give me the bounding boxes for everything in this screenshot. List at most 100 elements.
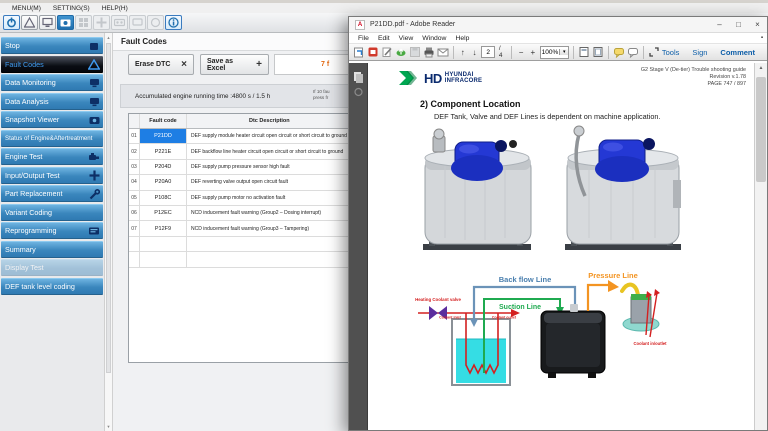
fit-width-icon[interactable] (578, 46, 590, 59)
pdf-menu-help[interactable]: Help (455, 35, 469, 42)
menu-item-help[interactable]: HELP(H) (102, 5, 128, 12)
sidebar-item-data-monitoring[interactable]: Data Monitoring (1, 74, 103, 91)
sidebar-item-status-engine-aftertreatment[interactable]: Status of Engine&Aftertreatment (1, 130, 103, 147)
adobe-pdf-icon: A (355, 20, 365, 30)
scroll-down-icon[interactable]: ▼ (105, 424, 112, 429)
sidebar-item-stop[interactable]: Stop (1, 37, 103, 54)
sidebar-item-engine-test[interactable]: Engine Test (1, 148, 103, 165)
fullscreen-icon[interactable] (648, 46, 660, 59)
screen: MENU(M) SETTING(S) HELP(H) (0, 0, 768, 431)
sidebar-item-part-replacement[interactable]: Part Replacement (1, 185, 103, 202)
fault-code-cell-selected[interactable]: P21DD (140, 129, 187, 143)
heating-valve-label: Heating Coolant valve (415, 297, 461, 302)
attachments-icon[interactable] (352, 85, 365, 98)
fault-code-cell[interactable]: P221E (140, 144, 187, 158)
fault-note-text: If 10 fau press fr (313, 89, 330, 101)
panel-title-text: Fault Codes (121, 37, 167, 46)
fault-code-cell[interactable]: P204D (140, 160, 187, 174)
menu-item-menu[interactable]: MENU(M) (12, 5, 41, 12)
pdf-menu-window[interactable]: Window (422, 35, 446, 42)
fault-row-number: 02 (129, 144, 140, 158)
sidebar-item-variant-coding[interactable]: Variant Coding (1, 204, 103, 221)
chevron-down-icon[interactable]: ▾ (559, 49, 568, 55)
header-fault-code: Fault code (140, 114, 187, 128)
highlight-comment-icon[interactable] (627, 46, 639, 59)
hd-hyundai-infracore-logo: HD HYUNDAI INFRACORE (398, 69, 482, 87)
camera-icon (88, 115, 100, 126)
sidebar-item-data-analysis[interactable]: Data Analysis (1, 93, 103, 110)
coolant-outlet-label: Coolant outlet (492, 316, 517, 320)
email-icon[interactable] (437, 46, 449, 59)
minimize-button[interactable]: – (710, 20, 729, 29)
record-icon[interactable] (147, 15, 164, 30)
sidebar-item-label: Status of Engine&Aftertreatment (5, 135, 92, 142)
fault-code-cell[interactable]: P12F9 (140, 221, 187, 235)
fit-page-icon[interactable] (592, 46, 604, 59)
sidebar-item-label: Engine Test (5, 152, 42, 161)
fault-code-cell[interactable]: P12EC (140, 206, 187, 220)
sidebar-item-snapshot-viewer[interactable]: Snapshot Viewer (1, 111, 103, 128)
sidebar-item-summary[interactable]: Summary (1, 241, 103, 258)
sidebar-item-fault-codes[interactable]: Fault Codes (1, 56, 103, 73)
menubar-pin-icon[interactable]: ▪ (761, 35, 763, 41)
sidebar-item-label: Snapshot Viewer (5, 115, 59, 124)
scroll-up-icon[interactable]: ▲ (105, 35, 112, 40)
sidebar-item-input-output-test[interactable]: Input/Output Test (1, 167, 103, 184)
pdf-menu-view[interactable]: View (399, 35, 414, 42)
zoom-in-icon[interactable]: + (528, 48, 538, 57)
save-as-excel-button[interactable]: Save as Excel + (200, 54, 269, 75)
tools-button[interactable]: Tools (662, 48, 680, 57)
erase-dtc-button[interactable]: Erase DTC × (128, 54, 194, 75)
fault-codes-icon[interactable] (21, 15, 38, 30)
sidebar-item-reprogramming[interactable]: Reprogramming (1, 222, 103, 239)
sidebar-item-display-test[interactable]: Display Test (1, 259, 103, 276)
pressure-line-label: Pressure Line (588, 271, 638, 280)
fault-row-number: 07 (129, 221, 140, 235)
comment-button[interactable]: Comment (720, 48, 755, 57)
open-file-icon[interactable] (353, 46, 365, 59)
info-icon[interactable] (165, 15, 182, 30)
scroll-up-icon[interactable]: ▲ (755, 65, 767, 71)
pdf-titlebar[interactable]: A P21DD.pdf - Adobe Reader – □ × (349, 17, 767, 33)
snapshot-camera-icon[interactable] (57, 15, 74, 30)
sidebar-item-label: Reprogramming (5, 226, 57, 235)
next-page-icon[interactable]: ↓ (470, 48, 480, 57)
save-as-excel-label: Save as Excel (207, 58, 252, 72)
def-tank-illustration-right (553, 116, 693, 260)
save-icon-disabled[interactable] (409, 46, 421, 59)
monitor-icon[interactable] (39, 15, 56, 30)
pdf-scrollbar-thumb[interactable] (756, 77, 766, 182)
edit-pen-icon[interactable] (381, 46, 393, 59)
layout-icon[interactable] (75, 15, 92, 30)
page-thumbnails-icon[interactable] (352, 70, 365, 83)
cassette-icon[interactable] (111, 15, 128, 30)
menu-item-setting[interactable]: SETTING(S) (53, 5, 90, 12)
power-icon[interactable] (3, 15, 20, 30)
pdf-menu-edit[interactable]: Edit (378, 35, 390, 42)
zoom-out-icon[interactable]: − (516, 48, 526, 57)
fault-count-text: 7 f (321, 61, 329, 68)
sidebar-scrollbar[interactable]: ▲ ▼ (104, 33, 113, 431)
page-number-input[interactable]: 2 (481, 46, 495, 58)
maximize-button[interactable]: □ (729, 20, 748, 29)
print-icon[interactable] (423, 46, 435, 59)
scrollbar-thumb[interactable] (106, 43, 111, 373)
close-button[interactable]: × (748, 20, 767, 29)
fault-code-cell[interactable]: P108C (140, 191, 187, 205)
coolant-inlet-label: Coolant inlet (439, 316, 462, 320)
previous-page-icon[interactable]: ↑ (458, 48, 468, 57)
io-test-icon[interactable] (93, 15, 110, 30)
sticky-note-icon[interactable] (613, 46, 625, 59)
pdf-menubar: File Edit View Window Help ▪ (349, 33, 767, 44)
zoom-level-select[interactable]: 100% ▾ (540, 46, 569, 59)
pdf-scrollbar[interactable]: ▲ (754, 63, 767, 430)
pdf-menu-file[interactable]: File (358, 35, 369, 42)
display-icon[interactable] (129, 15, 146, 30)
sign-button[interactable]: Sign (692, 48, 707, 57)
fault-code-cell[interactable]: P20A0 (140, 175, 187, 189)
sidebar-item-label: Input/Output Test (5, 171, 60, 180)
sidebar-item-def-tank-level-coding[interactable]: DEF tank level coding (1, 278, 103, 295)
send-cloud-icon[interactable] (395, 46, 407, 59)
brand-chevron-icon (398, 69, 421, 87)
pdf-convert-icon[interactable] (367, 46, 379, 59)
